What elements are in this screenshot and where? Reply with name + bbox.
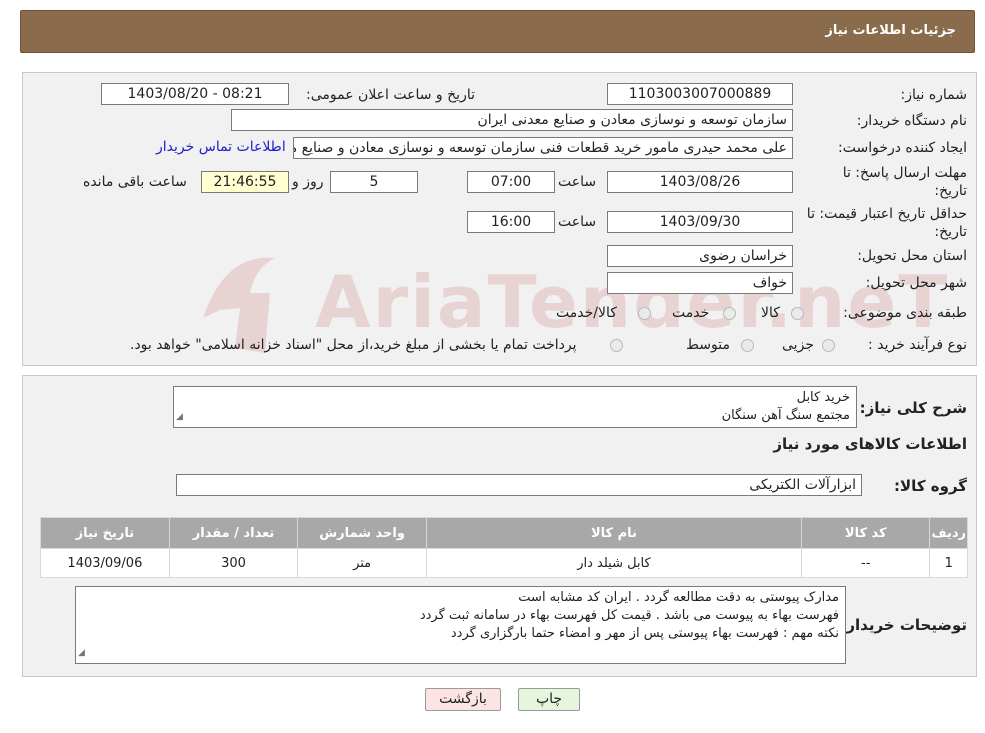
buyer-org-field: سازمان توسعه و نوسازی معادن و صنایع معدن…: [231, 109, 793, 131]
process-note: پرداخت تمام یا بخشی از مبلغ خرید،از محل …: [130, 337, 577, 353]
summary-line-1: خرید کابل: [796, 390, 850, 405]
col-code-header: کد کالا: [802, 518, 930, 548]
validity-time-label: ساعت: [558, 214, 597, 230]
process-note-radio[interactable]: [610, 339, 623, 352]
cell-name: کابل شیلد دار: [426, 549, 802, 577]
group-label: گروه کالا:: [894, 477, 967, 495]
requester-field: علی محمد حیدری مامور خرید قطعات فنی سازم…: [293, 137, 793, 159]
announce-label: تاریخ و ساعت اعلان عمومی:: [306, 87, 475, 103]
table-header-row: ردیف کد کالا نام کالا واحد شمارش تعداد /…: [41, 518, 967, 548]
summary-label: شرح کلی نیاز:: [859, 399, 967, 417]
cell-row: 1: [930, 549, 967, 577]
remaining-label: ساعت باقی مانده: [83, 174, 187, 190]
col-name-header: نام کالا: [426, 518, 802, 548]
province-field: خراسان رضوی: [607, 245, 793, 267]
category-goods-label: کالا: [761, 305, 780, 321]
reply-time-field: 07:00: [467, 171, 555, 193]
reply-deadline-label-2: تاریخ:: [934, 183, 967, 199]
requester-label: ایجاد کننده درخواست:: [838, 140, 967, 156]
summary-line-2: مجتمع سنگ آهن سنگان: [721, 408, 850, 423]
cell-qty: 300: [169, 549, 298, 577]
process-minor-radio[interactable]: [822, 339, 835, 352]
resize-grip-icon[interactable]: ◢: [78, 644, 85, 662]
city-label: شهر محل تحویل:: [865, 275, 967, 291]
print-button[interactable]: چاپ: [518, 688, 580, 711]
validity-label: حداقل تاریخ اعتبار قیمت: تا: [806, 206, 967, 222]
contact-buyer-link[interactable]: اطلاعات تماس خریدار: [156, 139, 286, 155]
items-table: ردیف کد کالا نام کالا واحد شمارش تعداد /…: [40, 517, 968, 578]
validity-date-field: 1403/09/30: [607, 211, 793, 233]
days-field: 5: [330, 171, 418, 193]
items-heading: اطلاعات کالاهای مورد نیاز: [773, 435, 967, 453]
validity-label-2: تاریخ:: [934, 224, 967, 240]
col-row-header: ردیف: [930, 518, 967, 548]
page-header: جزئیات اطلاعات نیاز: [20, 10, 975, 53]
col-date-header: تاریخ نیاز: [41, 518, 169, 548]
remaining-time-field: 21:46:55: [201, 171, 289, 193]
process-medium-radio[interactable]: [741, 339, 754, 352]
group-field: ابزارآلات الکتریکی: [176, 474, 862, 496]
province-label: استان محل تحویل:: [857, 248, 967, 264]
announce-field: 1403/08/20 - 08:21: [101, 83, 289, 105]
page-title: جزئیات اطلاعات نیاز: [825, 23, 956, 38]
cell-code: --: [802, 549, 930, 577]
notes-line-2: فهرست بهاء به پیوست می باشد . قیمت کل فه…: [419, 608, 839, 623]
cell-date: 1403/09/06: [41, 549, 169, 577]
city-field: خواف: [607, 272, 793, 294]
validity-time-field: 16:00: [467, 211, 555, 233]
category-goods-service-radio[interactable]: [638, 307, 651, 320]
reply-deadline-label: مهلت ارسال پاسخ: تا: [842, 165, 967, 181]
resize-grip-icon[interactable]: ◢: [176, 408, 183, 426]
notes-textarea[interactable]: مدارک پیوستی به دقت مطالعه گردد . ایران …: [75, 586, 846, 664]
col-unit-header: واحد شمارش: [298, 518, 426, 548]
reply-date-field: 1403/08/26: [607, 171, 793, 193]
process-medium-label: متوسط: [686, 337, 730, 353]
back-button[interactable]: بازگشت: [425, 688, 501, 711]
col-qty-header: تعداد / مقدار: [169, 518, 298, 548]
notes-label: توضیحات خریدار:: [840, 616, 967, 634]
category-label: طبقه بندی موضوعی:: [843, 305, 967, 321]
need-number-label: شماره نیاز:: [900, 87, 968, 103]
notes-line-3: نکته مهم : فهرست بهاء پیوستی پس از مهر و…: [450, 626, 839, 641]
cell-unit: متر: [298, 549, 426, 577]
category-goods-service-label: کالا/خدمت: [556, 305, 617, 321]
buyer-org-label: نام دستگاه خریدار:: [856, 113, 967, 129]
days-label: روز و: [292, 174, 324, 190]
category-goods-radio[interactable]: [791, 307, 804, 320]
reply-time-label: ساعت: [558, 174, 597, 190]
summary-textarea[interactable]: خرید کابل مجتمع سنگ آهن سنگان ◢: [173, 386, 857, 428]
notes-line-1: مدارک پیوستی به دقت مطالعه گردد . ایران …: [518, 590, 839, 605]
table-row[interactable]: 1 -- کابل شیلد دار متر 300 1403/09/06: [41, 549, 967, 577]
category-service-radio[interactable]: [723, 307, 736, 320]
process-minor-label: جزیی: [782, 337, 814, 353]
process-label: نوع فرآیند خرید :: [868, 337, 967, 353]
category-service-label: خدمت: [672, 305, 710, 321]
need-number-field: 1103003007000889: [607, 83, 793, 105]
